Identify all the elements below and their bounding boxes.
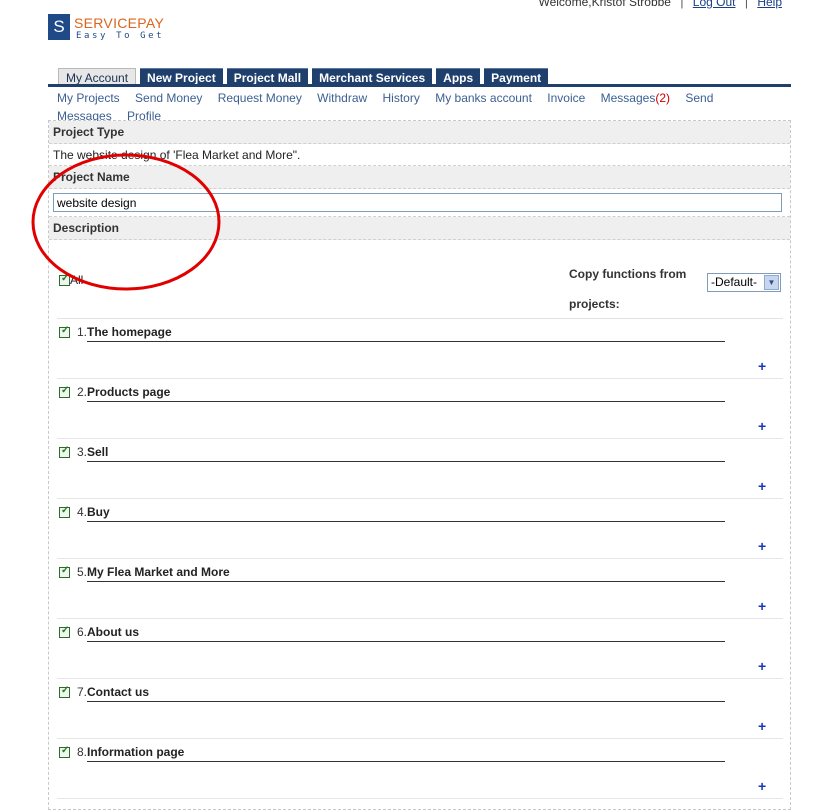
select-all-label: All	[70, 273, 84, 287]
function-title[interactable]: The homepage	[87, 325, 172, 339]
logo-brand: SERVICEPAY	[74, 15, 165, 31]
function-underline	[87, 581, 725, 582]
description-heading: Description	[49, 217, 790, 240]
function-checkbox[interactable]	[59, 445, 70, 458]
copy-functions-label: Copy functions from projects:	[569, 267, 687, 311]
project-type-heading: Project Type	[49, 121, 790, 144]
subnav-history[interactable]: History	[383, 91, 420, 105]
function-item: 4. Buy +	[57, 499, 783, 559]
function-number: 4.	[77, 505, 88, 519]
project-name-heading: Project Name	[49, 166, 790, 189]
tab-payment[interactable]: Payment	[484, 68, 549, 85]
function-underline	[87, 401, 725, 402]
function-title[interactable]: Sell	[87, 445, 108, 459]
subnav-my-banks-account[interactable]: My banks account	[435, 91, 532, 105]
top-bar: Welcome,Kristof Strobbe | Log Out | Help	[538, 0, 782, 9]
function-checkbox[interactable]	[59, 565, 70, 578]
function-item: 2. Products page +	[57, 379, 783, 439]
chevron-down-icon[interactable]: ▼	[764, 275, 779, 290]
function-number: 8.	[77, 745, 88, 759]
subnav-request-money[interactable]: Request Money	[218, 91, 302, 105]
tab-new-project[interactable]: New Project	[140, 68, 223, 85]
subnav-withdraw[interactable]: Withdraw	[317, 91, 367, 105]
select-all-checkbox[interactable]	[59, 273, 70, 287]
add-subfunction-button[interactable]: +	[758, 718, 766, 734]
help-link[interactable]: Help	[757, 0, 782, 9]
separator: |	[680, 0, 684, 9]
tab-project-mall[interactable]: Project Mall	[226, 68, 309, 85]
function-underline	[87, 701, 725, 702]
add-subfunction-button[interactable]: +	[758, 658, 766, 674]
copy-select-value: -Default-	[711, 275, 758, 289]
subnav-messages[interactable]: Messages(2)	[601, 91, 670, 105]
function-underline	[87, 761, 725, 762]
function-underline	[87, 461, 725, 462]
add-subfunction-button[interactable]: +	[758, 598, 766, 614]
function-item: 8. Information page +	[57, 739, 783, 799]
function-checkbox[interactable]	[59, 745, 70, 758]
function-title[interactable]: About us	[87, 625, 139, 639]
function-title[interactable]: Contact us	[87, 685, 149, 699]
subnav-send-money[interactable]: Send Money	[135, 91, 202, 105]
logo-mark: S	[48, 14, 70, 40]
welcome-text: Welcome,Kristof Strobbe	[538, 0, 671, 9]
function-title[interactable]: Buy	[87, 505, 110, 519]
function-checkbox[interactable]	[59, 625, 70, 638]
function-number: 7.	[77, 685, 88, 699]
function-underline	[87, 641, 725, 642]
function-item: 6. About us +	[57, 619, 783, 679]
tab-merchant-services[interactable]: Merchant Services	[312, 68, 433, 85]
tabs-divider	[48, 84, 791, 87]
logout-link[interactable]: Log Out	[693, 0, 736, 9]
function-title[interactable]: Information page	[87, 745, 184, 759]
function-number: 5.	[77, 565, 88, 579]
project-name-row	[49, 189, 790, 217]
subnav-invoice[interactable]: Invoice	[547, 91, 585, 105]
logo-tagline: Easy To Get	[76, 31, 165, 41]
subnav-my-projects[interactable]: My Projects	[57, 91, 120, 105]
function-underline	[87, 341, 725, 342]
function-number: 6.	[77, 625, 88, 639]
project-type-value: The website design of 'Flea Market and M…	[49, 144, 790, 166]
function-checkbox[interactable]	[59, 685, 70, 698]
add-subfunction-button[interactable]: +	[758, 778, 766, 794]
function-controls: All Copy functions from projects: -Defau…	[57, 249, 783, 319]
function-title[interactable]: Products page	[87, 385, 170, 399]
function-number: 2.	[77, 385, 88, 399]
separator: |	[744, 0, 748, 9]
add-subfunction-button[interactable]: +	[758, 538, 766, 554]
function-checkbox[interactable]	[59, 385, 70, 398]
copy-functions-select[interactable]: -Default- ▼	[707, 273, 781, 292]
function-item: 3. Sell +	[57, 439, 783, 499]
function-title[interactable]: My Flea Market and More	[87, 565, 230, 579]
messages-count-badge: (2)	[655, 91, 671, 105]
function-underline	[87, 521, 725, 522]
function-item: 7. Contact us +	[57, 679, 783, 739]
messages-label: Messages	[600, 91, 656, 105]
project-name-input[interactable]	[53, 193, 782, 212]
functions-area: All Copy functions from projects: -Defau…	[57, 249, 783, 799]
project-form: Project Type The website design of 'Flea…	[48, 120, 791, 810]
function-number: 1.	[77, 325, 88, 339]
function-item: 5. My Flea Market and More +	[57, 559, 783, 619]
add-subfunction-button[interactable]: +	[758, 358, 766, 374]
function-item: 1. The homepage +	[57, 319, 783, 379]
select-all[interactable]: All	[59, 273, 83, 287]
add-subfunction-button[interactable]: +	[758, 418, 766, 434]
function-checkbox[interactable]	[59, 325, 70, 338]
function-checkbox[interactable]	[59, 505, 70, 518]
add-subfunction-button[interactable]: +	[758, 478, 766, 494]
function-number: 3.	[77, 445, 88, 459]
tab-apps[interactable]: Apps	[436, 68, 481, 85]
servicepay-logo[interactable]: S SERVICEPAY Easy To Get	[48, 14, 178, 42]
